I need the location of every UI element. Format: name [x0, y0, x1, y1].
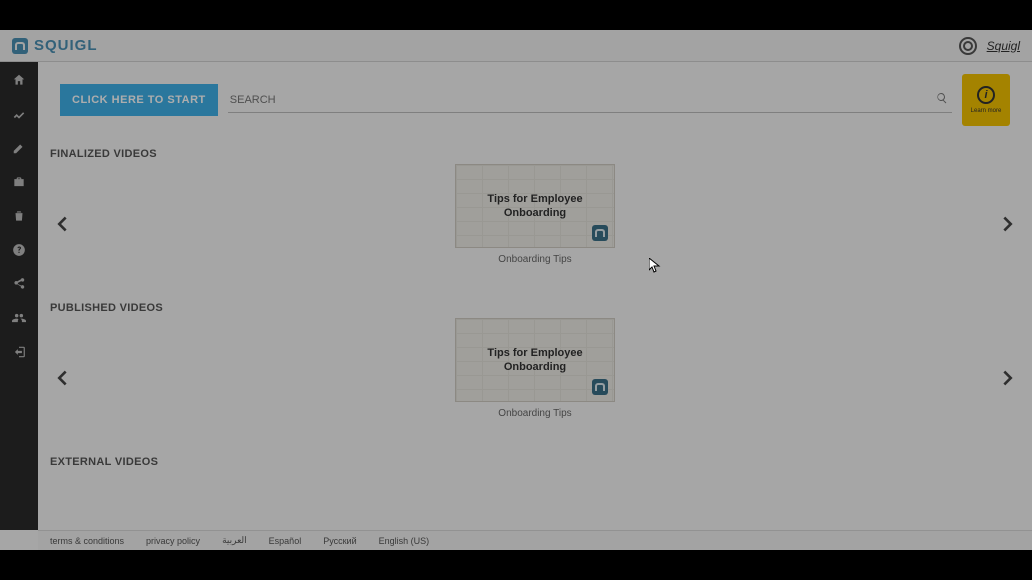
chart-icon: [12, 107, 26, 121]
footer-link-russian[interactable]: Русский: [323, 536, 356, 546]
brand-icon: [12, 38, 28, 54]
section-title-finalized: FINALIZED VIDEOS: [48, 138, 1022, 164]
section-title-published: PUBLISHED VIDEOS: [48, 292, 1022, 318]
carousel-next-published[interactable]: [994, 364, 1022, 392]
footer-link-arabic[interactable]: العربية: [222, 535, 247, 546]
carousel-prev-published[interactable]: [48, 364, 76, 392]
squigl-badge-icon: [592, 379, 608, 395]
section-finalized: FINALIZED VIDEOS Tips for Employee Onboa…: [38, 130, 1032, 284]
sidebar-item-edit[interactable]: [6, 138, 32, 158]
chevron-right-icon: [997, 213, 1019, 235]
search-input[interactable]: [228, 88, 952, 113]
controls-row: CLICK HERE TO START i Learn more: [38, 62, 1032, 130]
carousel-prev-finalized[interactable]: [48, 210, 76, 238]
brand[interactable]: SQUIGL: [12, 37, 98, 54]
sidebar-item-logout[interactable]: [6, 342, 32, 362]
users-icon: [12, 311, 26, 325]
video-card-finalized[interactable]: Tips for Employee Onboarding Onboarding …: [455, 164, 615, 265]
sidebar-item-help[interactable]: [6, 240, 32, 260]
app-frame: SQUIGL Squigl CLICK HERE TO START: [0, 30, 1032, 550]
topbar-right: Squigl: [959, 37, 1020, 55]
sidebar-item-home[interactable]: [6, 70, 32, 90]
footer-link-privacy[interactable]: privacy policy: [146, 536, 200, 546]
chevron-left-icon: [51, 213, 73, 235]
info-icon: i: [977, 86, 995, 104]
learn-more-label: Learn more: [971, 108, 1002, 114]
letterbox-top: [0, 0, 1032, 30]
sidebar-item-analytics[interactable]: [6, 104, 32, 124]
learn-more-button[interactable]: i Learn more: [962, 74, 1010, 126]
carousel-published: Tips for Employee Onboarding Onboarding …: [48, 318, 1022, 438]
help-icon: [12, 243, 26, 257]
home-icon: [12, 73, 26, 87]
letterbox-bottom: [0, 550, 1032, 580]
video-thumb: Tips for Employee Onboarding: [455, 164, 615, 248]
sidebar-item-share[interactable]: [6, 274, 32, 294]
app-body: CLICK HERE TO START i Learn more FINALIZ…: [0, 62, 1032, 530]
squigl-badge-icon: [592, 225, 608, 241]
user-menu-link[interactable]: Squigl: [987, 39, 1020, 53]
start-button[interactable]: CLICK HERE TO START: [60, 84, 218, 116]
section-external: EXTERNAL VIDEOS: [38, 438, 1032, 472]
share-icon: [12, 277, 26, 291]
video-caption: Onboarding Tips: [498, 408, 571, 419]
logout-icon: [12, 345, 26, 359]
trash-icon: [12, 209, 26, 223]
chevron-right-icon: [997, 367, 1019, 389]
video-caption: Onboarding Tips: [498, 254, 571, 265]
video-thumb-title: Tips for Employee Onboarding: [456, 192, 614, 221]
pencil-icon: [12, 141, 26, 155]
briefcase-icon: [12, 175, 26, 189]
video-thumb-title: Tips for Employee Onboarding: [456, 346, 614, 375]
footer-link-terms[interactable]: terms & conditions: [50, 536, 124, 546]
user-avatar-icon[interactable]: [959, 37, 977, 55]
search-icon: [936, 92, 948, 104]
carousel-next-finalized[interactable]: [994, 210, 1022, 238]
video-thumb: Tips for Employee Onboarding: [455, 318, 615, 402]
footer: terms & conditions privacy policy العربي…: [38, 530, 1032, 550]
section-published: PUBLISHED VIDEOS Tips for Employee Onboa…: [38, 284, 1032, 438]
video-card-published[interactable]: Tips for Employee Onboarding Onboarding …: [455, 318, 615, 419]
chevron-left-icon: [51, 367, 73, 389]
section-title-external: EXTERNAL VIDEOS: [48, 446, 1022, 472]
main-content: CLICK HERE TO START i Learn more FINALIZ…: [38, 62, 1032, 530]
carousel-finalized: Tips for Employee Onboarding Onboarding …: [48, 164, 1022, 284]
brand-text: SQUIGL: [34, 37, 98, 54]
sidebar-item-briefcase[interactable]: [6, 172, 32, 192]
footer-link-english[interactable]: English (US): [379, 536, 430, 546]
sidebar-item-trash[interactable]: [6, 206, 32, 226]
topbar: SQUIGL Squigl: [0, 30, 1032, 62]
sidebar: [0, 62, 38, 530]
sidebar-item-users[interactable]: [6, 308, 32, 328]
footer-link-spanish[interactable]: Español: [269, 536, 302, 546]
search-wrap: [228, 88, 952, 113]
